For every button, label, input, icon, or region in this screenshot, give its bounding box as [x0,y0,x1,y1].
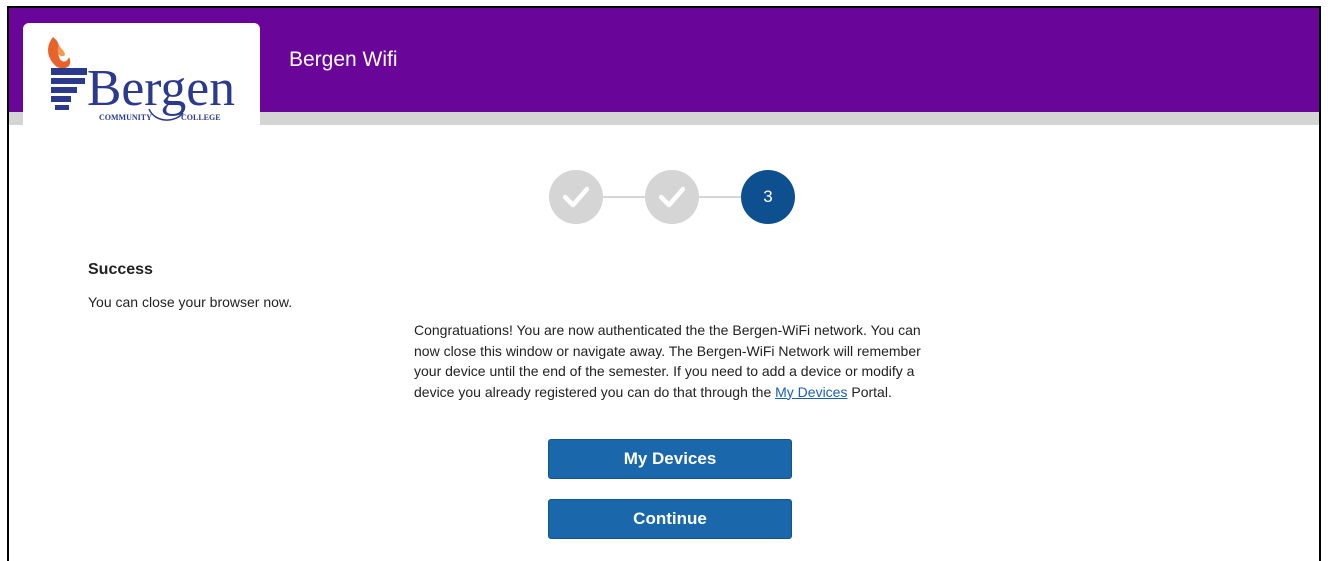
logo-tagline-right: COLLEGE [181,113,221,122]
message-text-end: Portal. [847,383,892,400]
step-connector [603,196,645,198]
status-subtitle: You can close your browser now. [88,294,293,310]
continue-button[interactable]: Continue [548,499,792,539]
progress-steps: 3 [549,170,795,226]
my-devices-link[interactable]: My Devices [775,384,847,400]
logo-tagline-left: COMMUNITY [99,113,152,122]
authentication-message: Congratuations! You are now authenticate… [414,320,924,402]
my-devices-button[interactable]: My Devices [548,439,792,479]
torch-handle-icon [51,68,87,110]
status-title: Success [88,261,153,278]
step-1-complete [549,170,603,224]
college-logo: Bergen COMMUNITY COLLEGE [23,23,260,125]
checkmark-icon [659,186,685,208]
torch-flame-icon [48,37,71,69]
step-3-label: 3 [763,187,773,206]
checkmark-icon [563,186,589,208]
header-title: Bergen Wifi [289,48,398,71]
step-2-complete [645,170,699,224]
step-3-current: 3 [741,170,795,224]
step-connector [699,196,741,198]
logo-wordmark: Bergen [87,60,235,117]
page-frame: Bergen Wifi Bergen COMMUNITY COLLEGE 3 S… [7,6,1321,561]
